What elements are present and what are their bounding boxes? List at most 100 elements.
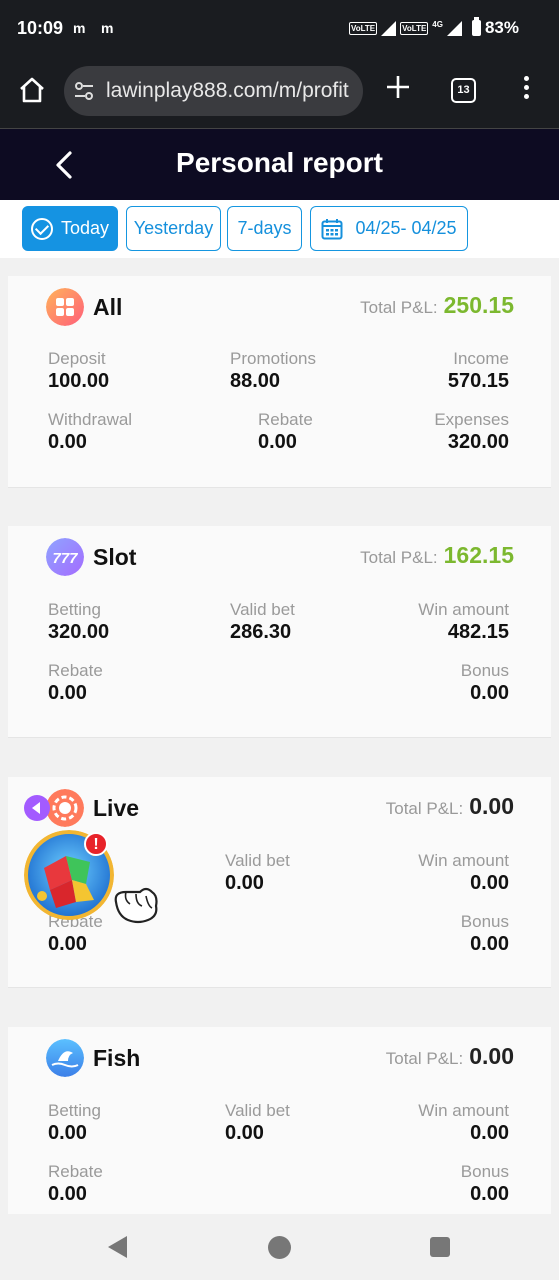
stat-value: 320.00 xyxy=(447,431,509,453)
total-pl-value: 0.00 xyxy=(469,793,514,819)
signal-icon xyxy=(381,20,397,36)
network-type: 4G xyxy=(432,19,443,29)
stat-value: 0.00 xyxy=(470,682,509,704)
betting-stat: Betting 320.00 xyxy=(48,600,109,644)
browser-toolbar: lawinplay888.com/m/profit 13 xyxy=(0,56,559,128)
bonus-stat: Bonus 0.00 xyxy=(461,1162,509,1206)
win-amount-stat: Win amount 0.00 xyxy=(418,851,509,895)
total-pl-value: 0.00 xyxy=(469,1043,514,1069)
win-amount-stat: Win amount 0.00 xyxy=(418,1101,509,1145)
check-circle-icon xyxy=(30,217,53,240)
date-range-button[interactable]: 04/25- 04/25 xyxy=(310,206,468,251)
total-pl-label: Total P&L: xyxy=(360,548,438,567)
total-pl: Total P&L: 0.00 xyxy=(386,1043,514,1070)
stat-label: Bonus xyxy=(460,1162,509,1181)
stat-value: 570.15 xyxy=(447,370,509,392)
stat-label: Rebate xyxy=(258,410,313,429)
address-bar[interactable]: lawinplay888.com/m/profit xyxy=(64,66,363,116)
volte-icon: VoLTE xyxy=(348,21,378,35)
stat-label: Betting xyxy=(48,600,101,619)
bonus-stat: Bonus 0.00 xyxy=(461,912,509,956)
stat-value: 0.00 xyxy=(48,431,87,453)
stat-label: Win amount xyxy=(418,851,509,870)
category-card-fish: Fish Total P&L: 0.00 Betting 0.00 Valid be… xyxy=(8,1027,551,1215)
stat-value: 482.15 xyxy=(447,621,509,643)
total-pl-label: Total P&L: xyxy=(385,799,464,818)
win-amount-stat: Win amount 482.15 xyxy=(418,600,509,644)
nav-back-icon[interactable] xyxy=(108,1236,127,1258)
svg-text:777: 777 xyxy=(52,550,78,567)
stat-label: Income xyxy=(453,349,509,368)
stat-value: 0.00 xyxy=(48,1183,87,1205)
battery-icon xyxy=(471,17,481,36)
nav-recents-icon[interactable] xyxy=(430,1237,450,1257)
calendar-icon xyxy=(321,218,343,239)
nav-home-icon[interactable] xyxy=(268,1236,291,1259)
date-range-label: 04/25- 04/25 xyxy=(355,218,457,238)
pointing-hand-icon xyxy=(114,887,158,924)
filter-label: Today xyxy=(60,218,110,238)
income-stat: Income 570.15 xyxy=(448,349,509,393)
filter-label: 7-days xyxy=(237,218,292,238)
rebate-stat: Rebate 0.00 xyxy=(48,661,103,705)
stat-label: Valid bet xyxy=(225,1101,290,1120)
home-icon[interactable] xyxy=(18,76,46,104)
more-vert-icon[interactable] xyxy=(519,76,533,104)
total-pl-value: 250.15 xyxy=(443,292,514,318)
slot-777-icon: 777 xyxy=(46,538,84,576)
signal-icon xyxy=(446,20,462,36)
category-card-all: All Total P&L: 250.15 Deposit 100.00 Promo… xyxy=(8,276,551,488)
stat-value: 100.00 xyxy=(48,370,110,392)
stat-label: Valid bet xyxy=(225,851,290,870)
url-text[interactable]: lawinplay888.com/m/profit xyxy=(106,79,349,103)
valid-bet-stat: Valid bet 286.30 xyxy=(230,600,295,644)
app-header: Personal report xyxy=(0,128,559,200)
bonus-stat: Bonus 0.00 xyxy=(461,661,509,705)
category-name: All xyxy=(93,294,123,320)
total-pl-label: Total P&L: xyxy=(360,298,438,317)
stat-label: Promotions xyxy=(230,349,316,368)
category-card-slot: 777 Slot Total P&L: 162.15 Betting 320.00 … xyxy=(8,526,551,738)
notification-icon: m xyxy=(73,20,86,36)
filter-7days-button[interactable]: 7-days xyxy=(227,206,302,251)
stat-label: Bonus xyxy=(460,661,509,680)
side-tab-play-icon[interactable] xyxy=(24,795,50,821)
rebate-stat: Rebate 0.00 xyxy=(48,1162,103,1206)
valid-bet-stat: Valid bet 0.00 xyxy=(225,1101,290,1145)
stat-label: Valid bet xyxy=(230,600,295,619)
promotions-stat: Promotions 88.00 xyxy=(230,349,316,393)
rebate-stat: Rebate 0.00 xyxy=(258,410,313,454)
filter-today-button[interactable]: Today xyxy=(22,206,118,251)
stat-label: Betting xyxy=(48,1101,101,1120)
grid-icon xyxy=(46,288,84,326)
category-name: Live xyxy=(93,795,140,821)
stat-value: 0.00 xyxy=(470,933,509,955)
stat-label: Deposit xyxy=(48,349,106,368)
stat-value: 0.00 xyxy=(258,431,297,453)
tune-icon[interactable] xyxy=(74,81,94,101)
total-pl: Total P&L: 162.15 xyxy=(360,542,514,569)
system-nav-bar xyxy=(0,1214,559,1280)
expenses-stat: Expenses 320.00 xyxy=(434,410,509,454)
tabs-icon[interactable]: 13 xyxy=(451,78,476,103)
filter-yesterday-button[interactable]: Yesterday xyxy=(126,206,221,251)
valid-bet-stat: Valid bet 0.00 xyxy=(225,851,290,895)
stat-value: 286.30 xyxy=(230,621,292,643)
stat-label: Withdrawal xyxy=(48,410,133,429)
stat-label: Expenses xyxy=(434,410,509,429)
date-filter-bar: Today Yesterday 7-days 04/25- 04/25 xyxy=(0,200,559,258)
stat-value: 0.00 xyxy=(48,682,87,704)
stat-value: 0.00 xyxy=(225,1122,264,1144)
stat-label: Win amount xyxy=(418,1101,509,1120)
stat-value: 0.00 xyxy=(470,872,509,894)
stat-value: 0.00 xyxy=(470,1183,509,1205)
notification-icon: m xyxy=(101,20,114,36)
page-title: Personal report xyxy=(176,147,383,178)
total-pl-label: Total P&L: xyxy=(385,1049,464,1068)
deposit-stat: Deposit 100.00 xyxy=(48,349,109,393)
plus-icon[interactable] xyxy=(385,74,411,100)
stat-value: 0.00 xyxy=(48,933,87,955)
stat-value: 0.00 xyxy=(48,1122,87,1144)
stat-value: 0.00 xyxy=(470,1122,509,1144)
status-bar: 10:09 m m VoLTE VoLTE 4G 83% xyxy=(0,0,559,56)
